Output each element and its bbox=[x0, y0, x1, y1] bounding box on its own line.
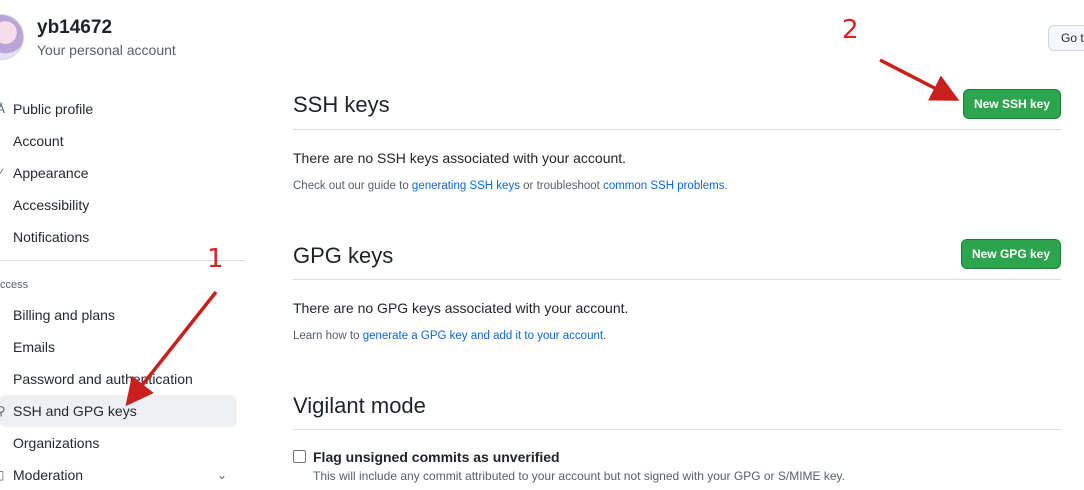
gpg-help-suffix: . bbox=[603, 330, 607, 342]
go-to-profile-button[interactable]: Go t bbox=[1048, 25, 1084, 51]
sidebar-item-label: Password and authentication bbox=[13, 371, 193, 387]
sidebar-item-public-profile[interactable]: Å Public profile bbox=[0, 93, 237, 125]
sidebar-item-account[interactable]: Account bbox=[0, 125, 237, 157]
ssh-keys-title: SSH keys bbox=[293, 92, 390, 117]
sidebar-item-label: Billing and plans bbox=[13, 307, 115, 323]
ssh-empty-message: There are no SSH keys associated with yo… bbox=[293, 150, 627, 166]
sidebar-item-label: Appearance bbox=[13, 165, 89, 181]
section-divider bbox=[293, 279, 1061, 280]
annotation-number-1: 1 bbox=[207, 244, 224, 274]
sidebar-item-appearance[interactable]: ⁄ Appearance bbox=[0, 157, 237, 189]
person-icon: Å bbox=[0, 102, 5, 116]
ssh-help-prefix: Check out our guide to bbox=[293, 180, 412, 192]
generating-ssh-keys-link[interactable]: generating SSH keys bbox=[412, 180, 520, 192]
new-ssh-key-button[interactable]: New SSH key bbox=[963, 89, 1061, 119]
section-divider bbox=[293, 429, 1061, 430]
flag-unsigned-commits-description: This will include any commit attributed … bbox=[313, 469, 846, 483]
annotation-number-2: 2 bbox=[842, 15, 859, 45]
sidebar-item-emails[interactable]: Emails bbox=[0, 331, 237, 363]
section-divider bbox=[293, 129, 1061, 130]
sidebar-item-billing[interactable]: Billing and plans bbox=[0, 299, 237, 331]
common-ssh-problems-link[interactable]: common SSH problems bbox=[603, 180, 724, 192]
sidebar-item-label: Notifications bbox=[13, 229, 90, 245]
ssh-help-text: Check out our guide to generating SSH ke… bbox=[293, 180, 728, 192]
sidebar-item-label: Moderation bbox=[13, 467, 84, 483]
ssh-help-mid: or troubleshoot bbox=[519, 180, 604, 192]
sidebar-item-label: Emails bbox=[13, 339, 56, 355]
sidebar-item-label: Public profile bbox=[13, 101, 94, 117]
user-name[interactable]: yb14672 bbox=[37, 17, 112, 39]
report-icon: ▯ bbox=[0, 468, 5, 482]
gpg-keys-title: GPG keys bbox=[293, 243, 394, 268]
generate-gpg-key-link[interactable]: generate a GPG key and add it to your ac… bbox=[363, 330, 603, 342]
gpg-help-prefix: Learn how to bbox=[293, 330, 363, 342]
user-subtitle: Your personal account bbox=[37, 42, 176, 58]
sidebar-item-accessibility[interactable]: Accessibility bbox=[0, 189, 237, 221]
annotation-arrow-2 bbox=[879, 58, 960, 101]
gpg-empty-message: There are no GPG keys associated with yo… bbox=[293, 300, 629, 316]
sidebar-item-moderation[interactable]: ▯ Moderation ⌄ bbox=[0, 459, 237, 490]
sidebar-item-label: Account bbox=[13, 133, 64, 149]
gpg-help-text: Learn how to generate a GPG key and add … bbox=[293, 330, 606, 342]
new-gpg-key-button[interactable]: New GPG key bbox=[961, 239, 1061, 269]
vigilant-mode-title: Vigilant mode bbox=[293, 393, 426, 418]
ssh-help-suffix: . bbox=[724, 180, 728, 192]
sidebar-item-password[interactable]: Password and authentication bbox=[0, 363, 237, 395]
paintbrush-icon: ⁄ bbox=[0, 166, 2, 180]
sidebar-section-heading: ccess bbox=[0, 279, 29, 291]
avatar[interactable] bbox=[0, 14, 24, 60]
sidebar-item-organizations[interactable]: Organizations bbox=[0, 427, 237, 459]
sidebar-item-label: Accessibility bbox=[13, 197, 90, 213]
sidebar-item-label: Organizations bbox=[13, 435, 100, 451]
sidebar-item-label: SSH and GPG keys bbox=[13, 403, 137, 419]
key-icon: ⚲ bbox=[0, 404, 6, 418]
flag-unsigned-commits-checkbox[interactable] bbox=[293, 450, 306, 463]
sidebar-item-notifications[interactable]: Notifications bbox=[0, 221, 237, 253]
chevron-down-icon[interactable]: ⌄ bbox=[217, 468, 227, 482]
sidebar-item-ssh-gpg-keys[interactable]: ⚲ SSH and GPG keys bbox=[0, 395, 237, 427]
flag-unsigned-commits-label[interactable]: Flag unsigned commits as unverified bbox=[313, 449, 560, 465]
